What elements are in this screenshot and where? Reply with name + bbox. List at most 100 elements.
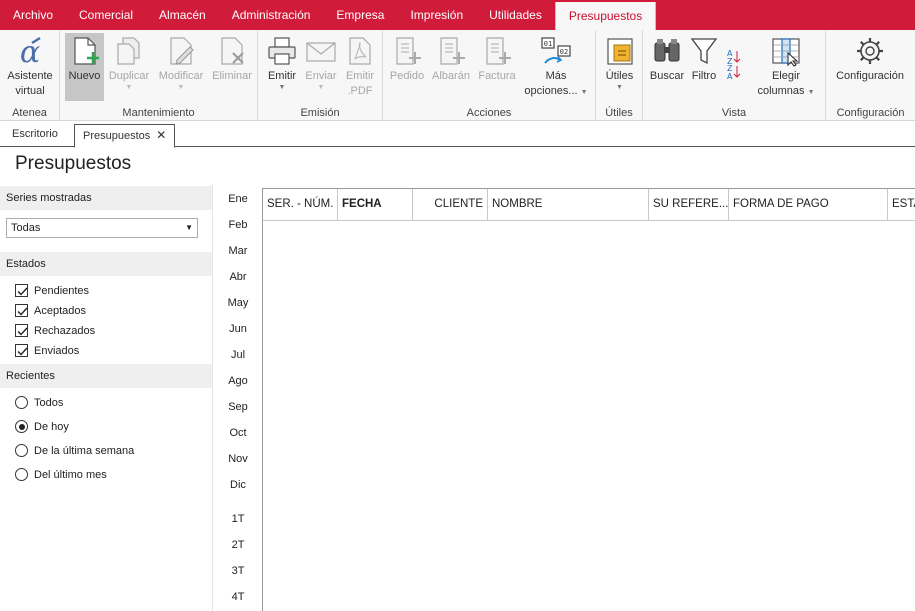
factura-button[interactable]: Factura: [475, 33, 519, 101]
month-jun[interactable]: Jun: [213, 323, 263, 335]
estado-enviados-checkbox[interactable]: Enviados: [0, 341, 212, 361]
tab-escritorio[interactable]: Escritorio: [4, 124, 66, 147]
column-header-nombre[interactable]: NOMBRE: [488, 189, 649, 220]
checkbox-checked-icon[interactable]: [15, 284, 28, 297]
utiles-button[interactable]: Útiles ▼: [600, 33, 639, 101]
checkbox-checked-icon[interactable]: [15, 344, 28, 357]
emitir-pdf-button[interactable]: Emitir .PDF: [341, 33, 379, 101]
nuevo-button[interactable]: Nuevo: [65, 33, 104, 101]
series-select[interactable]: Todas ▼: [6, 218, 198, 238]
tab-presupuestos[interactable]: Presupuestos ✕: [74, 124, 176, 148]
emitir-pdf-label-2: .PDF: [347, 85, 373, 97]
menu-utilidades[interactable]: Utilidades: [476, 0, 555, 30]
enviar-label: Enviar: [305, 70, 337, 82]
reciente-todos-radio[interactable]: Todos: [0, 393, 212, 417]
month-abr[interactable]: Abr: [213, 271, 263, 283]
elegir-columnas-button[interactable]: Elegir columnas ▼: [751, 33, 821, 101]
pedido-button[interactable]: Pedido: [387, 33, 427, 101]
eliminar-button[interactable]: Eliminar: [210, 33, 254, 101]
group-vista-label: Vista: [721, 107, 747, 119]
estado-label: Enviados: [34, 345, 80, 357]
elegir-columnas-label-text: columnas: [757, 85, 805, 97]
modificar-caret-icon: ▼: [177, 84, 185, 91]
column-header-ser-num[interactable]: SER. - NÚM.: [263, 189, 338, 220]
month-nov[interactable]: Nov: [213, 453, 263, 465]
group-mantenimiento-label: Mantenimiento: [122, 107, 195, 119]
sort-button[interactable]: A Z Z A: [722, 33, 744, 101]
edit-document-icon: [170, 37, 194, 65]
group-vista: Buscar Filtro A Z Z A Elegir columnas ▼ …: [643, 30, 826, 121]
checkbox-checked-icon[interactable]: [15, 324, 28, 337]
albaran-button[interactable]: Albarán: [429, 33, 473, 101]
reciente-label: Todos: [34, 397, 64, 409]
modificar-button[interactable]: Modificar ▼: [154, 33, 208, 101]
month-sep[interactable]: Sep: [213, 401, 263, 413]
filter-panel: Series mostradas Todas ▼ Estados Pendien…: [0, 186, 212, 489]
quarter-4t[interactable]: 4T: [213, 591, 263, 603]
utiles-caret-icon: ▼: [616, 84, 623, 91]
group-acciones-label: Acciones: [466, 107, 512, 119]
column-header-forma-de-pago[interactable]: FORMA DE PAGO: [729, 189, 888, 220]
column-header-su-referencia[interactable]: SU REFERE...: [649, 189, 729, 220]
mas-opciones-button[interactable]: 01 02 Más opciones... ▼: [520, 33, 592, 101]
month-mar[interactable]: Mar: [213, 245, 263, 257]
quarter-1t[interactable]: 1T: [213, 513, 263, 525]
radio-icon[interactable]: [15, 444, 28, 457]
emitir-button[interactable]: Emitir ▼: [263, 33, 301, 101]
close-tab-icon[interactable]: ✕: [156, 128, 166, 142]
filtro-button[interactable]: Filtro: [687, 33, 721, 101]
estado-aceptados-checkbox[interactable]: Aceptados: [0, 301, 212, 321]
asistente-label-1: Asistente: [7, 70, 53, 82]
month-feb[interactable]: Feb: [213, 219, 263, 231]
menu-archivo[interactable]: Archivo: [0, 0, 66, 30]
menu-empresa[interactable]: Empresa: [323, 0, 397, 30]
radio-icon[interactable]: [15, 468, 28, 481]
checkbox-checked-icon[interactable]: [15, 304, 28, 317]
reciente-ultimo-mes-radio[interactable]: Del último mes: [0, 465, 212, 489]
estado-label: Aceptados: [34, 305, 86, 317]
enviar-button[interactable]: Enviar ▼: [302, 33, 340, 101]
group-emision: Emitir ▼ Enviar ▼ Emitir .PDF Emisión: [258, 30, 383, 121]
asistente-virtual-button[interactable]: α Asistente virtual: [2, 33, 58, 101]
month-ago[interactable]: Ago: [213, 375, 263, 387]
choose-columns-icon: [772, 38, 800, 67]
menu-presupuestos[interactable]: Presupuestos: [554, 2, 657, 30]
buscar-button[interactable]: Buscar: [647, 33, 687, 101]
column-header-fecha[interactable]: FECHA: [338, 189, 413, 220]
duplicar-button[interactable]: Duplicar ▼: [106, 33, 152, 101]
configuracion-button[interactable]: Configuración: [830, 33, 910, 101]
mas-opciones-label-2: opciones... ▼: [520, 84, 592, 100]
group-configuracion: Configuración Configuración: [826, 30, 915, 121]
chevron-down-icon: ▼: [185, 223, 193, 232]
menu-almacen[interactable]: Almacén: [146, 0, 219, 30]
quarter-3t[interactable]: 3T: [213, 565, 263, 577]
binoculars-icon: [654, 39, 680, 62]
radio-selected-icon[interactable]: [15, 420, 28, 433]
group-utiles-label: Útiles: [605, 107, 633, 119]
month-dic[interactable]: Dic: [213, 479, 263, 491]
menu-administracion[interactable]: Administración: [219, 0, 324, 30]
column-header-cliente[interactable]: CLIENTE: [413, 189, 488, 220]
estado-pendientes-checkbox[interactable]: Pendientes: [0, 281, 212, 301]
filtro-label: Filtro: [691, 70, 717, 82]
page-title: Presupuestos: [15, 153, 132, 174]
reciente-ultima-semana-radio[interactable]: De la última semana: [0, 441, 212, 465]
menu-comercial[interactable]: Comercial: [66, 0, 146, 30]
grid-header: SER. - NÚM. FECHA CLIENTE NOMBRE SU REFE…: [263, 189, 915, 221]
month-oct[interactable]: Oct: [213, 427, 263, 439]
enviar-caret-icon: ▼: [317, 84, 325, 91]
mas-opciones-label-1: Más: [545, 70, 567, 82]
estado-rechazados-checkbox[interactable]: Rechazados: [0, 321, 212, 341]
month-ene[interactable]: Ene: [213, 193, 263, 205]
radio-icon[interactable]: [15, 396, 28, 409]
month-jul[interactable]: Jul: [213, 349, 263, 361]
printer-icon: [268, 37, 296, 65]
month-may[interactable]: May: [213, 297, 263, 309]
menu-impresion[interactable]: Impresión: [397, 0, 476, 30]
estado-label: Rechazados: [34, 325, 96, 337]
reciente-de-hoy-radio[interactable]: De hoy: [0, 417, 212, 441]
column-header-estado[interactable]: ESTA: [888, 189, 915, 220]
quarter-2t[interactable]: 2T: [213, 539, 263, 551]
reciente-label: Del último mes: [34, 469, 107, 481]
recientes-section-header: Recientes: [0, 364, 212, 388]
